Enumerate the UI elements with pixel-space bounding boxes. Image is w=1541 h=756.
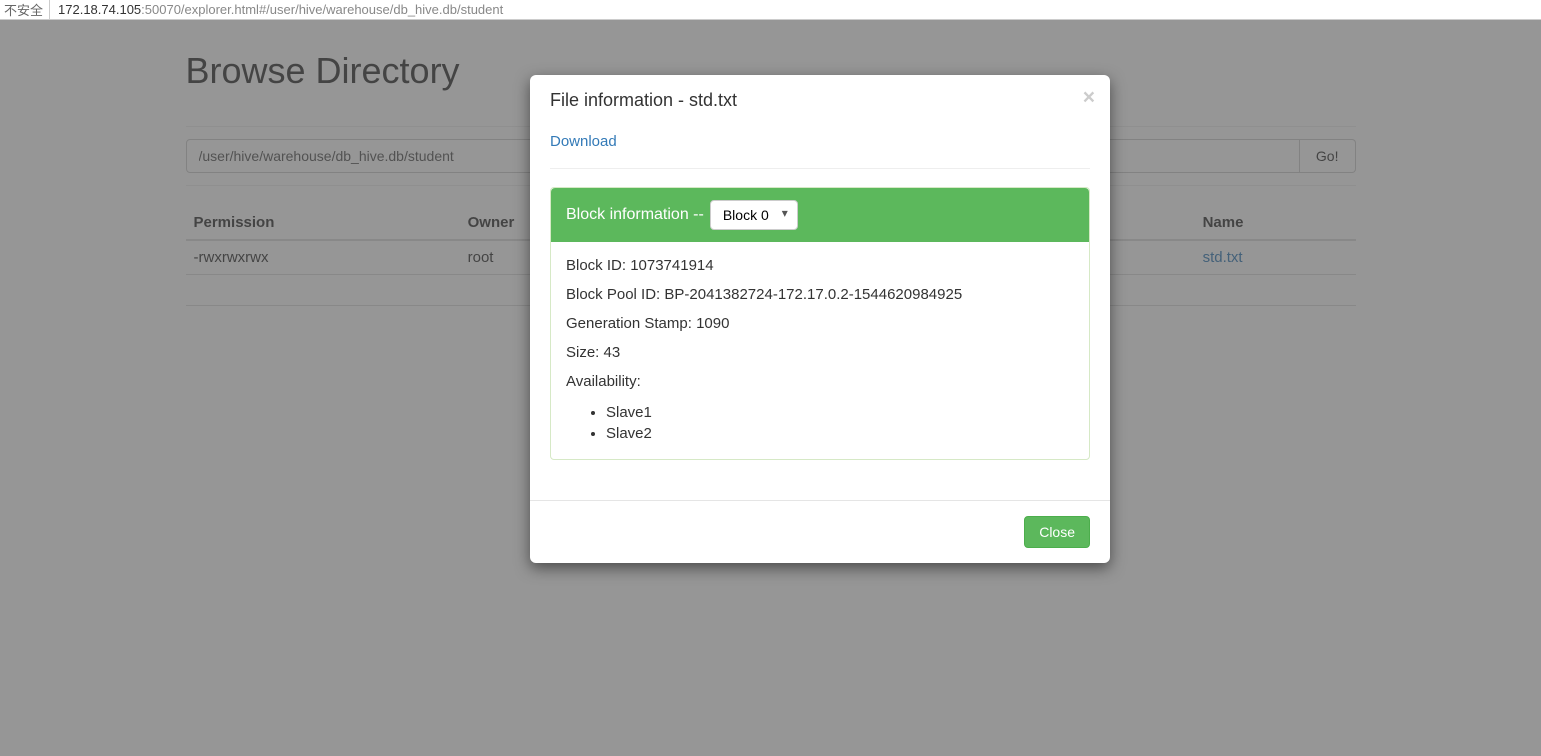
url-display[interactable]: 172.18.74.105:50070/explorer.html#/user/… bbox=[50, 2, 503, 17]
block-id-row: Block ID: 1073741914 bbox=[566, 257, 1074, 274]
panel-heading: Block information -- Block 0 bbox=[551, 188, 1089, 242]
page-content: Browse Directory Go! Permission Owner Bl… bbox=[0, 20, 1541, 756]
modal-footer: Close bbox=[530, 500, 1110, 563]
block-info-label: Block information -- bbox=[566, 206, 704, 224]
size-row: Size: 43 bbox=[566, 344, 1074, 361]
url-path: :50070/explorer.html#/user/hive/warehous… bbox=[141, 2, 503, 17]
gen-stamp-label: Generation Stamp: bbox=[566, 315, 692, 332]
browser-address-bar: 不安全 172.18.74.105:50070/explorer.html#/u… bbox=[0, 0, 1541, 20]
pool-id-value: BP-2041382724-172.17.0.2-1544620984925 bbox=[664, 286, 962, 303]
pool-id-row: Block Pool ID: BP-2041382724-172.17.0.2-… bbox=[566, 286, 1074, 303]
close-button[interactable]: Close bbox=[1024, 516, 1090, 548]
availability-item: Slave2 bbox=[606, 423, 1074, 444]
availability-list: Slave1 Slave2 bbox=[566, 402, 1074, 444]
block-select[interactable]: Block 0 bbox=[710, 200, 798, 230]
gen-stamp-row: Generation Stamp: 1090 bbox=[566, 315, 1074, 332]
panel-body: Block ID: 1073741914 Block Pool ID: BP-2… bbox=[551, 242, 1089, 459]
body-divider bbox=[550, 168, 1090, 169]
pool-id-label: Block Pool ID: bbox=[566, 286, 660, 303]
modal-header: File information - std.txt × bbox=[530, 75, 1110, 123]
close-icon[interactable]: × bbox=[1083, 87, 1095, 108]
availability-item: Slave1 bbox=[606, 402, 1074, 423]
block-id-label: Block ID: bbox=[566, 257, 626, 274]
gen-stamp-value: 1090 bbox=[696, 315, 729, 332]
size-label: Size: bbox=[566, 344, 599, 361]
size-value: 43 bbox=[604, 344, 621, 361]
modal-body: Download Block information -- Block 0 Bl… bbox=[530, 123, 1110, 500]
file-info-modal: File information - std.txt × Download Bl… bbox=[530, 75, 1110, 563]
url-host: 172.18.74.105 bbox=[58, 2, 141, 17]
availability-label: Availability: bbox=[566, 373, 1074, 390]
insecure-label: 不安全 bbox=[4, 0, 50, 19]
modal-title: File information - std.txt bbox=[550, 90, 1090, 111]
download-link[interactable]: Download bbox=[550, 133, 617, 150]
block-info-panel: Block information -- Block 0 Block ID: 1… bbox=[550, 187, 1090, 460]
block-id-value: 1073741914 bbox=[630, 257, 713, 274]
